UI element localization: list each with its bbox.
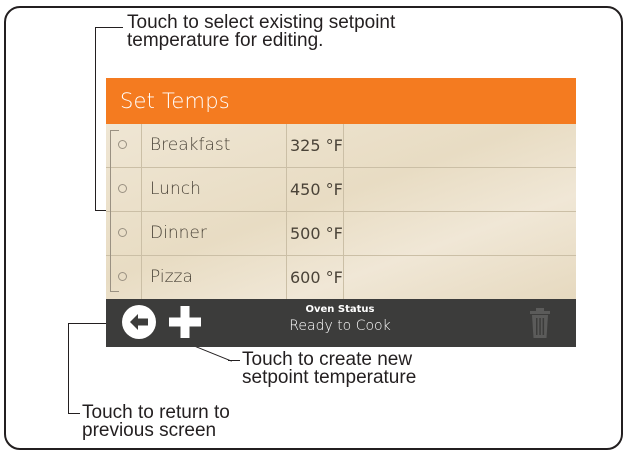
- add-setpoint-button[interactable]: [168, 305, 202, 339]
- callout-back: Touch to return to previous screen: [82, 403, 230, 441]
- leader-back-v: [68, 323, 69, 414]
- delete-button[interactable]: [529, 307, 551, 339]
- plus-icon: [169, 306, 201, 338]
- callout-create: Touch to create new setpoint temperature: [242, 350, 417, 388]
- table-row[interactable]: Lunch 450 °F: [106, 168, 576, 212]
- leader-select-h: [95, 27, 123, 28]
- selection-bracket: [110, 130, 119, 292]
- leader-back-h-bottom: [68, 413, 80, 414]
- row-select-radio[interactable]: [118, 140, 127, 149]
- row-select-radio[interactable]: [118, 228, 127, 237]
- setpoint-temp: 500 °F: [290, 224, 343, 243]
- setpoint-temp: 450 °F: [290, 180, 343, 199]
- back-button[interactable]: [121, 304, 157, 340]
- callout-select-line2: temperature for editing.: [127, 30, 324, 51]
- trash-icon: [530, 308, 550, 338]
- back-arrow-icon: [122, 305, 156, 339]
- status-bar: Oven Status Ready to Cook: [106, 299, 576, 347]
- callout-select: Touch to select existing setpoint temper…: [127, 13, 395, 51]
- setpoint-table: Breakfast 325 °F Lunch 450 °F Dinner 500…: [106, 124, 576, 299]
- page-title: Set Temps: [106, 78, 576, 124]
- setpoint-name: Lunch: [150, 179, 201, 199]
- leader-select-v: [95, 27, 96, 211]
- callout-back-line2: previous screen: [82, 420, 217, 441]
- setpoint-temp: 600 °F: [290, 268, 343, 287]
- table-row[interactable]: Dinner 500 °F: [106, 212, 576, 256]
- oven-status-value: Ready to Cook: [289, 318, 391, 334]
- oven-status-label: Oven Status: [305, 304, 375, 315]
- setpoint-name: Pizza: [150, 267, 193, 287]
- setpoint-name: Dinner: [150, 223, 207, 243]
- row-select-radio[interactable]: [118, 184, 127, 193]
- setpoint-name: Breakfast: [150, 135, 231, 155]
- table-row[interactable]: Pizza 600 °F: [106, 256, 576, 299]
- table-row[interactable]: Breakfast 325 °F: [106, 124, 576, 168]
- setpoint-temp: 325 °F: [290, 136, 343, 155]
- callout-create-line2: setpoint temperature: [242, 367, 417, 388]
- row-select-radio[interactable]: [118, 272, 127, 281]
- oven-screen: Set Temps Breakfast 325 °F Lunch 450 °F …: [106, 78, 576, 347]
